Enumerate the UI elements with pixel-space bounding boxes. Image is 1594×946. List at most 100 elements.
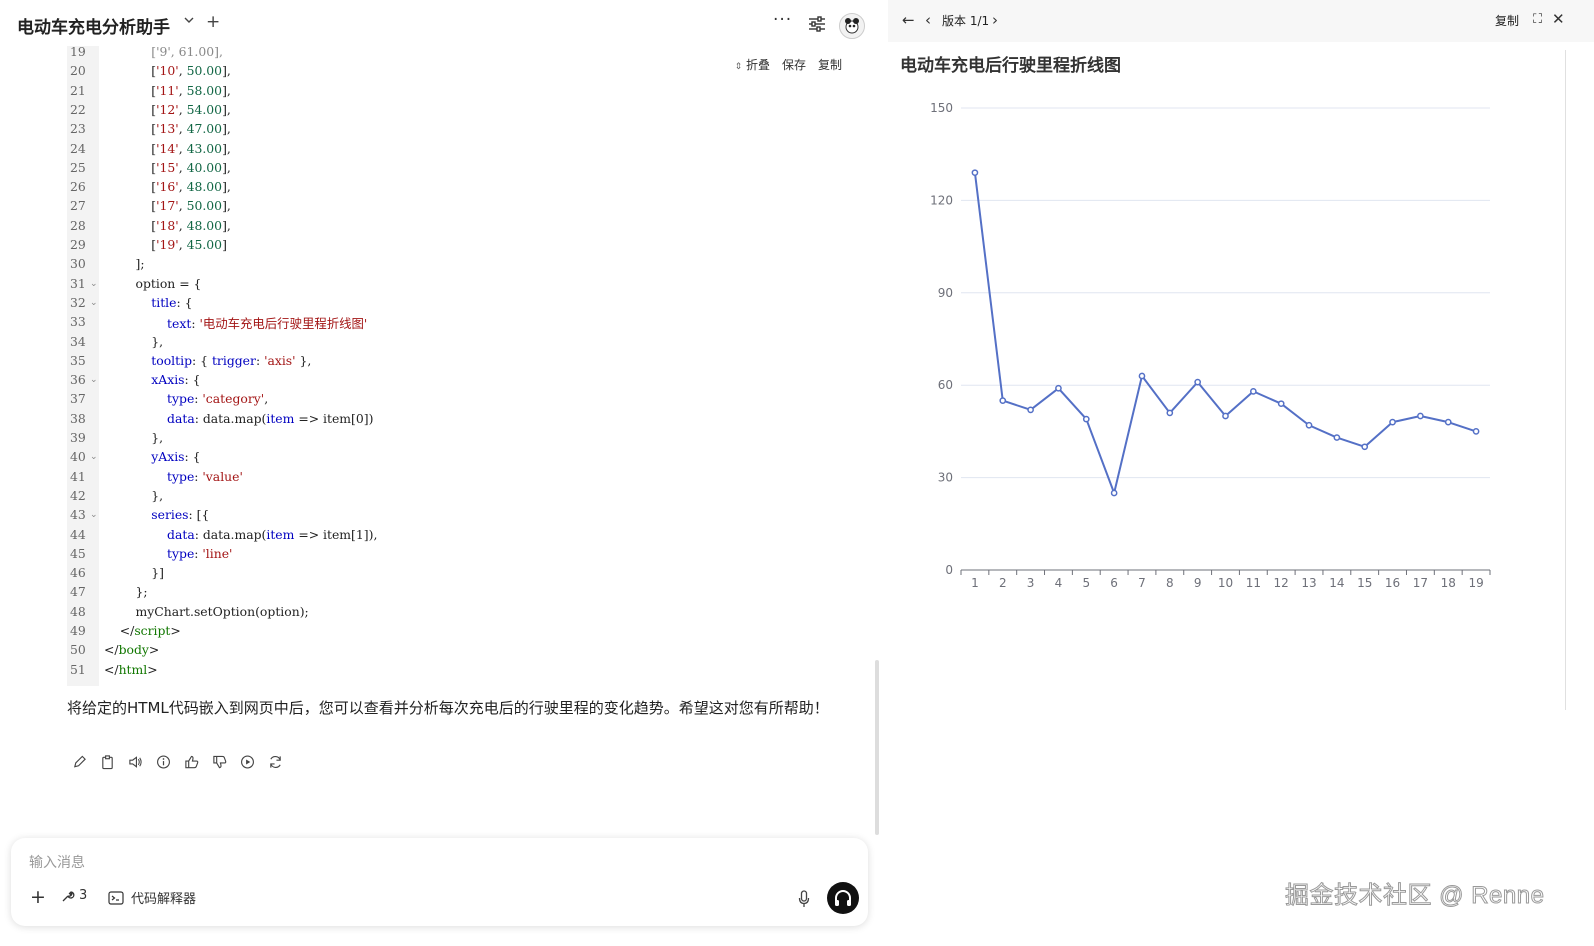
code-text: type: 'value' — [167, 468, 243, 484]
line-number: 50 — [70, 642, 86, 658]
data-point — [1389, 418, 1396, 426]
edit-icon[interactable] — [72, 754, 87, 770]
line-number: 40 — [70, 449, 86, 465]
line-number: 45 — [70, 545, 86, 561]
data-point — [1027, 406, 1034, 414]
y-tick-label: 120 — [930, 193, 953, 207]
code-text: </body> — [104, 642, 160, 658]
line-number: 36 — [70, 372, 86, 388]
data-point — [999, 397, 1007, 404]
clipboard-icon[interactable] — [100, 754, 115, 770]
line-number: 24 — [70, 140, 86, 156]
data-point — [1055, 384, 1062, 392]
data-point — [1444, 418, 1452, 426]
data-point — [1472, 428, 1480, 435]
x-tick-label: 16 — [1385, 576, 1400, 590]
code-text: yAxis: { — [151, 449, 201, 465]
line-number: 29 — [70, 237, 86, 252]
fold-button[interactable]: ⇕ 折叠 — [735, 56, 770, 73]
code-text: tooltip: { trigger: 'axis' }, — [151, 352, 312, 368]
x-tick-label: 14 — [1329, 576, 1344, 590]
data-point — [1082, 415, 1090, 423]
line-number: 39 — [70, 430, 86, 445]
new-chat-plus-icon[interactable]: + — [206, 12, 220, 32]
assistant-message: 将给定的HTML代码嵌入到网页中后，您可以查看并分析每次充电后的行驶里程的变化趋… — [67, 699, 829, 717]
data-point — [1277, 400, 1285, 408]
terminal-icon — [108, 890, 124, 905]
x-tick-label: 5 — [1082, 576, 1090, 590]
copy-code-button[interactable]: 复制 — [818, 56, 842, 73]
x-tick-label: 15 — [1357, 576, 1372, 590]
code-block: 19 ['9', 61.00], 20 ['10', 50.00], 21 ['11… — [67, 44, 852, 686]
user-avatar[interactable] — [839, 13, 865, 39]
chevron-down-icon[interactable] — [183, 14, 197, 32]
y-tick-label: 0 — [945, 563, 953, 577]
y-tick-label: 60 — [938, 378, 953, 392]
data-point — [971, 169, 979, 177]
headphones-icon — [835, 890, 851, 906]
code-text: series: [{ — [151, 507, 210, 523]
line-number: 31 — [70, 275, 86, 291]
save-button[interactable]: 保存 — [782, 56, 806, 73]
thumbs-up-icon[interactable] — [184, 754, 199, 770]
watermark: 掘金技术社区 @ Renne — [1284, 882, 1545, 910]
code-text: }, — [104, 333, 164, 349]
message-input[interactable]: 输入消息 — [29, 852, 85, 872]
tools-button[interactable]: 3 — [61, 888, 87, 903]
play-icon[interactable] — [240, 754, 255, 770]
line-number: 30 — [70, 256, 86, 272]
fold-chevron-icon[interactable]: ⌄ — [90, 510, 98, 520]
line-number: 26 — [70, 179, 86, 195]
chat-header: 电动车充电分析助手 + ··· — [0, 0, 888, 48]
x-tick-label: 19 — [1468, 576, 1483, 590]
chat-panel: 电动车充电分析助手 + ··· 19 ['9', 61.00], 20 ['10'… — [0, 0, 888, 946]
code-text: }, — [104, 487, 164, 503]
line-number: 47 — [70, 584, 86, 600]
settings-sliders-icon[interactable] — [808, 16, 826, 32]
x-tick-label: 7 — [1138, 576, 1146, 590]
thumbs-down-icon[interactable] — [212, 754, 227, 770]
fold-chevron-icon[interactable]: ⌄ — [90, 279, 98, 289]
fold-chevron-icon[interactable]: ⌄ — [90, 452, 98, 462]
code-text: ['17', 50.00], — [104, 198, 231, 214]
line-number: 33 — [70, 314, 86, 330]
data-point — [1166, 409, 1174, 417]
more-icon[interactable]: ··· — [773, 10, 792, 30]
line-number: 19 — [70, 44, 86, 59]
x-tick-label: 11 — [1246, 576, 1261, 590]
line-number: 25 — [70, 159, 86, 175]
data-point — [1305, 421, 1313, 429]
data-point — [1110, 489, 1118, 497]
microphone-icon[interactable] — [798, 890, 810, 908]
fold-chevron-icon[interactable]: ⌄ — [90, 298, 98, 308]
info-icon[interactable] — [156, 754, 171, 770]
x-tick-label: 13 — [1301, 576, 1316, 590]
code-text: title: { — [151, 294, 193, 310]
x-tick-label: 17 — [1413, 576, 1428, 590]
line-number: 35 — [70, 352, 86, 368]
speaker-icon[interactable] — [128, 754, 143, 770]
code-text: ['19', 45.00] — [104, 237, 227, 252]
code-interpreter-button[interactable]: 代码解释器 — [108, 888, 196, 907]
code-text: ['18', 48.00], — [104, 217, 231, 233]
line-number: 23 — [70, 121, 86, 137]
x-tick-label: 1 — [971, 576, 979, 590]
y-tick-label: 90 — [938, 286, 953, 300]
line-number: 21 — [70, 82, 86, 98]
line-number: 38 — [70, 410, 86, 426]
attach-plus-icon[interactable]: + — [30, 886, 46, 908]
line-number: 49 — [70, 623, 86, 638]
line-number: 28 — [70, 217, 86, 233]
refresh-icon[interactable] — [268, 754, 283, 770]
code-text: ['15', 40.00], — [104, 159, 231, 175]
data-point — [1361, 443, 1369, 451]
line-number: 32 — [70, 294, 86, 310]
line-number: 51 — [70, 661, 86, 677]
code-text: data: data.map(item => item[0]) — [167, 410, 374, 426]
code-text: }, — [104, 430, 164, 445]
code-text: }] — [104, 565, 164, 581]
voice-call-button[interactable] — [827, 882, 859, 914]
x-tick-label: 9 — [1194, 576, 1202, 590]
fold-chevron-icon[interactable]: ⌄ — [90, 375, 98, 385]
scrollbar[interactable] — [875, 660, 879, 835]
